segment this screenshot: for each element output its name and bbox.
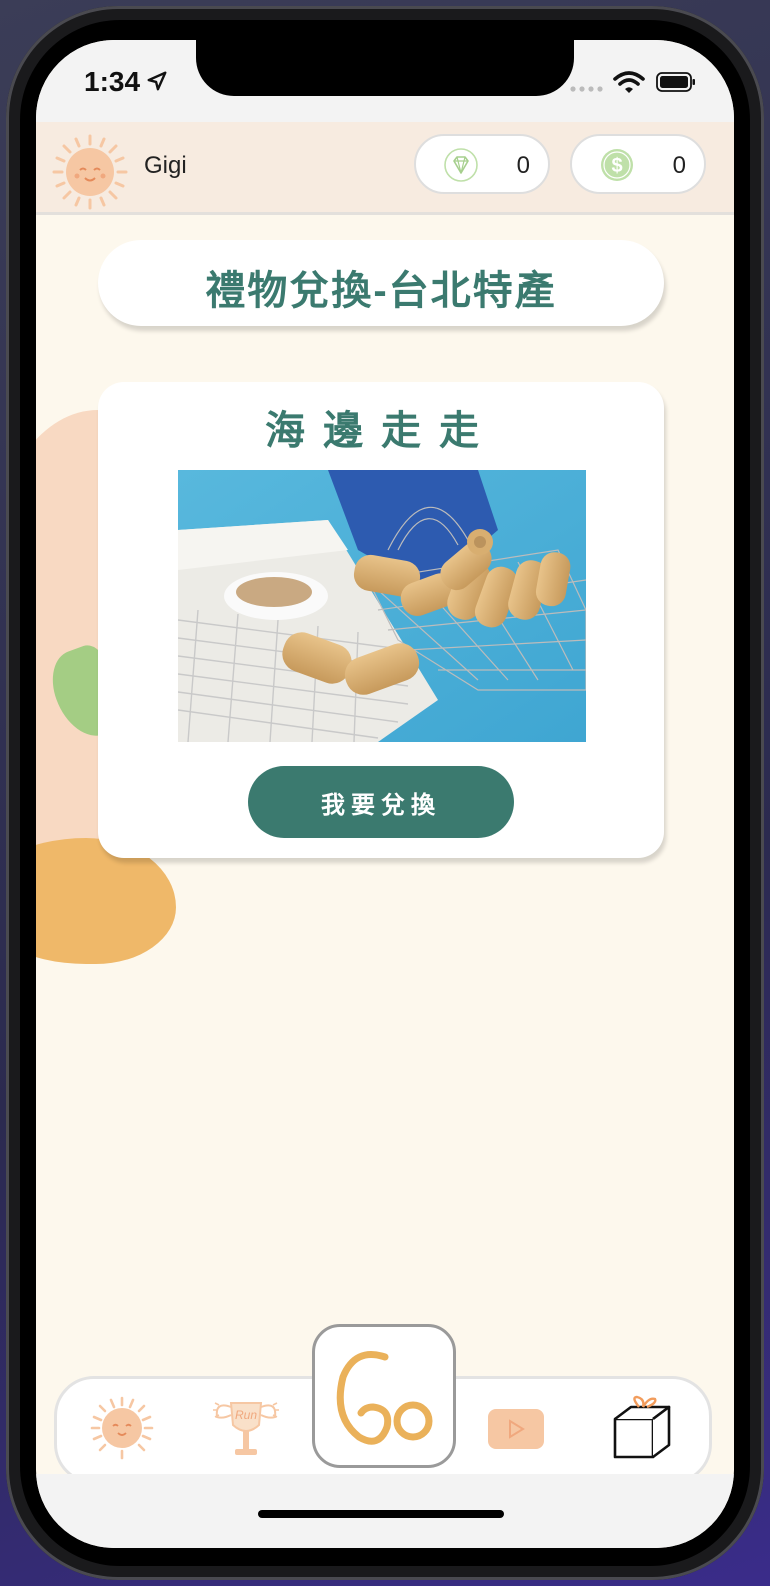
battery-icon bbox=[656, 72, 695, 92]
svg-text:Run: Run bbox=[235, 1408, 257, 1422]
app-screen: 1:34 Gigi 0 $ 0 禮物兌換-台北特產 海邊走走 我要兌換 Run bbox=[36, 40, 734, 1548]
user-header: Gigi 0 $ 0 bbox=[36, 122, 734, 215]
product-name: 海邊走走 bbox=[265, 409, 497, 453]
diamond-icon bbox=[444, 148, 478, 182]
svg-text:$: $ bbox=[611, 155, 622, 177]
dollar-coin-icon: $ bbox=[601, 149, 633, 181]
gift-box-icon[interactable] bbox=[609, 1395, 675, 1461]
signal-dots-icon bbox=[570, 86, 603, 92]
coin-balance[interactable]: $ 0 bbox=[570, 134, 706, 194]
play-icon[interactable] bbox=[487, 1407, 545, 1451]
redeem-button[interactable]: 我要兌換 bbox=[248, 766, 514, 838]
status-bar: 1:34 bbox=[36, 40, 734, 122]
notch bbox=[196, 40, 574, 96]
diamond-balance[interactable]: 0 bbox=[414, 134, 550, 194]
sun-face-icon[interactable] bbox=[50, 132, 130, 212]
product-photo bbox=[178, 470, 586, 742]
username: Gigi bbox=[144, 152, 187, 179]
run-trophy-icon[interactable]: Run bbox=[211, 1393, 281, 1463]
product-card: 海邊走走 我要兌換 bbox=[98, 382, 664, 858]
coin-count: 0 bbox=[672, 152, 686, 179]
page-title-banner: 禮物兌換-台北特產 bbox=[98, 240, 664, 326]
location-arrow-icon bbox=[147, 71, 167, 91]
diamond-count: 0 bbox=[516, 152, 530, 179]
page-title: 禮物兌換-台北特產 bbox=[205, 269, 557, 313]
sun-icon[interactable] bbox=[89, 1395, 155, 1461]
status-time: 1:34 bbox=[84, 66, 141, 97]
wifi-icon bbox=[613, 71, 645, 93]
go-logo-icon bbox=[336, 1351, 433, 1445]
home-indicator[interactable] bbox=[258, 1510, 504, 1518]
go-button[interactable] bbox=[312, 1324, 456, 1468]
